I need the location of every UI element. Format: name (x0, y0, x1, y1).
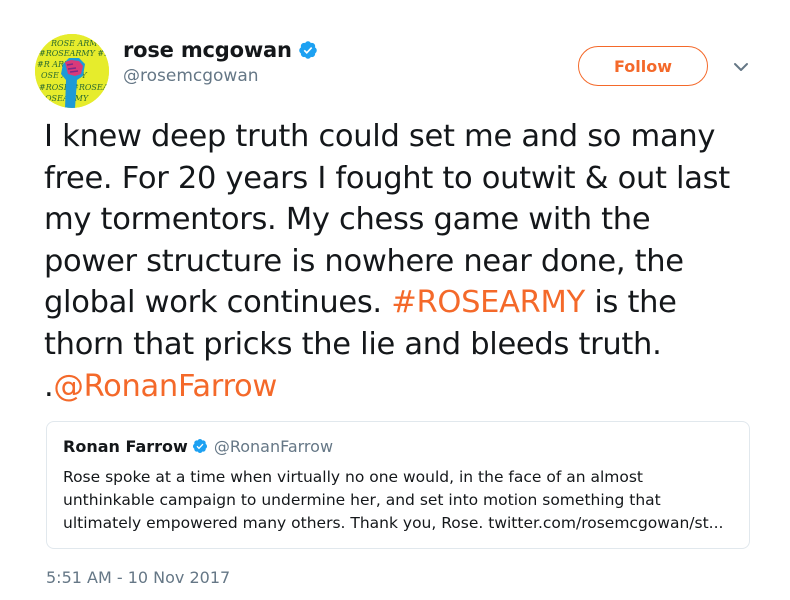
verified-badge-icon (298, 41, 317, 59)
mention-link[interactable]: @RonanFarrow (53, 369, 277, 404)
avatar[interactable]: ROSE ARMY #ROSEARMY #R #R ARMY OSE ARMY … (35, 34, 109, 108)
tweet-line: my tormentors. My chess game with the (44, 202, 651, 238)
quoted-tweet-text: Rose spoke at a time when virtually no o… (63, 466, 743, 535)
tweet-line: power structure is nowhere near done, th… (44, 243, 684, 279)
tweet-line: global work continues. (44, 285, 392, 321)
quoted-tweet-card[interactable]: Ronan Farrow @RonanFarrow Rose spoke at … (46, 421, 750, 549)
verified-badge-icon (192, 439, 207, 453)
tweet-line: is the (584, 285, 677, 321)
tweet-line: . (44, 368, 54, 404)
tweet-timestamp[interactable]: 5:51 AM - 10 Nov 2017 (46, 568, 230, 587)
quoted-tweet-header: Ronan Farrow @RonanFarrow (63, 434, 733, 458)
quoted-tweet-line: unthinkable campaign to undermine her, a… (63, 491, 661, 509)
author-handle[interactable]: @rosemcgowan (123, 66, 259, 86)
tweet-line: thorn that pricks the lie and bleeds tru… (44, 326, 662, 362)
quoted-tweet-line: ultimately empowered many others. Thank … (63, 514, 724, 532)
tweet-text: I knew deep truth could set me and so ma… (44, 116, 764, 407)
chevron-down-icon[interactable] (733, 60, 749, 74)
rosearmy-fist-avatar-icon: ROSE ARMY #ROSEARMY #R #R ARMY OSE ARMY … (35, 34, 109, 108)
follow-button[interactable]: Follow (578, 46, 708, 86)
svg-text:#ROSEARMY #R: #ROSEARMY #R (39, 49, 109, 58)
tweet-line: I knew deep truth could set me and so ma… (44, 119, 716, 154)
tweet-line: free. For 20 years I fought to outwit & … (44, 160, 730, 196)
quoted-tweet-line: Rose spoke at a time when virtually no o… (63, 468, 644, 486)
author-name-row: rose mcgowan (123, 38, 318, 62)
hashtag-link[interactable]: #ROSEARMY (391, 285, 585, 320)
quoted-author-name: Ronan Farrow (63, 436, 188, 456)
author-display-name[interactable]: rose mcgowan (123, 38, 292, 62)
quoted-author-handle: @RonanFarrow (213, 436, 334, 456)
svg-text:ROSE ARMY: ROSE ARMY (50, 39, 103, 48)
